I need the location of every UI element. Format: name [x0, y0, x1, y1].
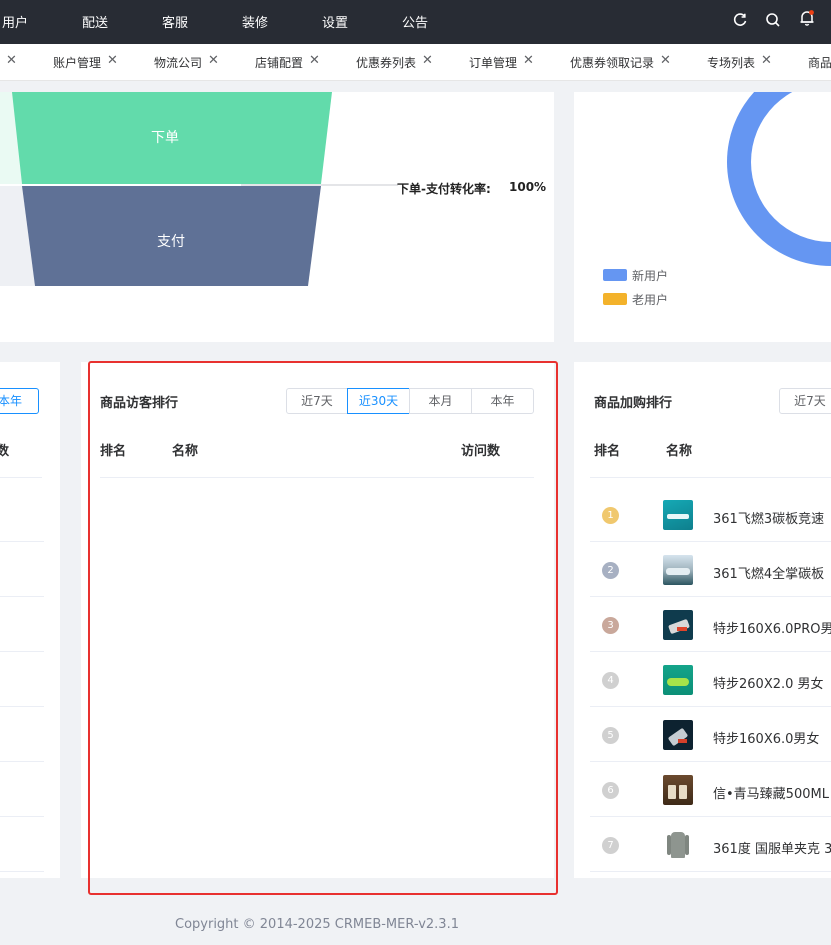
- visits-column-header: 数: [0, 444, 10, 459]
- row-divider: [590, 651, 831, 652]
- tab-close-icon[interactable]: ✕: [208, 53, 219, 68]
- product-visitor-ranking-card: 商品访客排行 近7天 近30天 本月 本年 排名 名称 访问数: [81, 362, 554, 878]
- period-7-days-button[interactable]: 近7天: [779, 388, 831, 414]
- legend-label-new-users: 新用户: [632, 269, 669, 283]
- visitor-ranking-title: 商品访客排行: [100, 396, 179, 411]
- top-navigation-bar: 用户 配送 客服 装修 设置 公告: [0, 0, 831, 44]
- tab-store-config[interactable]: 店铺配置: [255, 54, 303, 71]
- funnel-pay-label: 支付: [157, 234, 185, 250]
- notification-bell-icon[interactable]: [798, 9, 816, 27]
- product-thumbnail: [663, 665, 693, 695]
- name-column-header: 名称: [666, 444, 693, 459]
- row-divider: [0, 761, 44, 762]
- user-distribution-card: 新用户 老用户: [574, 92, 831, 342]
- tab-logistics-companies[interactable]: 物流公司: [154, 54, 202, 71]
- row-divider: [0, 596, 44, 597]
- row-divider: [590, 596, 831, 597]
- period-30-days-button[interactable]: 近30天: [347, 388, 410, 414]
- tab-close-icon[interactable]: ✕: [309, 53, 320, 68]
- rank-badge: 7: [602, 837, 619, 854]
- nav-item-decoration[interactable]: 装修: [242, 12, 268, 31]
- nav-item-announcements[interactable]: 公告: [402, 12, 428, 31]
- product-name: 特步260X2.0 男女: [713, 677, 824, 692]
- tab-coupon-claim-records[interactable]: 优惠券领取记录: [570, 54, 654, 71]
- copyright-footer: Copyright © 2014-2025 CRMEB-MER-v2.3.1: [175, 917, 459, 932]
- nav-item-delivery[interactable]: 配送: [82, 12, 108, 31]
- refresh-icon[interactable]: [731, 11, 749, 29]
- tab-account-management[interactable]: 账户管理: [53, 54, 101, 71]
- product-name: 信•青马臻藏500ML: [713, 787, 829, 802]
- period-7-days-button[interactable]: 近7天: [286, 388, 348, 414]
- product-name: 特步160X6.0PRO男: [713, 622, 831, 637]
- rank-badge: 1: [602, 507, 619, 524]
- legend-label-old-users: 老用户: [632, 293, 669, 307]
- funnel-order-label: 下单: [151, 130, 179, 146]
- conversion-rate-label: 下单-支付转化率:: [397, 182, 491, 196]
- conversion-rate-value: 100%: [509, 180, 547, 194]
- product-thumbnail: [663, 610, 693, 640]
- nav-item-users[interactable]: 用户: [2, 12, 28, 31]
- period-year-button[interactable]: 本年: [0, 388, 39, 414]
- search-icon[interactable]: [764, 11, 782, 29]
- visits-column-header: 访问数: [461, 444, 501, 459]
- product-thumbnail: [663, 720, 693, 750]
- conversion-funnel-chart: [0, 92, 398, 286]
- row-divider: [0, 651, 44, 652]
- row-divider: [590, 541, 831, 542]
- row-divider: [590, 706, 831, 707]
- row-divider: [590, 761, 831, 762]
- row-divider: [0, 541, 44, 542]
- header-divider: [590, 477, 831, 478]
- tab-close-icon[interactable]: ✕: [523, 53, 534, 68]
- header-divider: [100, 477, 534, 478]
- left-ranking-card: 本年 数: [0, 362, 60, 878]
- rank-column-header: 排名: [100, 444, 127, 459]
- rank-badge: 5: [602, 727, 619, 744]
- product-name: 361度 国服单夹克 3: [713, 842, 831, 857]
- nav-item-settings[interactable]: 设置: [322, 12, 348, 31]
- product-thumbnail: [663, 555, 693, 585]
- header-divider: [0, 477, 42, 478]
- tabs-bar: ✕ 账户管理 ✕ 物流公司 ✕ 店铺配置 ✕ 优惠券列表 ✕ 订单管理 ✕ 优惠…: [0, 44, 831, 81]
- product-name: 361飞燃3碳板竞速: [713, 512, 825, 527]
- tab-order-management[interactable]: 订单管理: [469, 54, 517, 71]
- rank-badge: 6: [602, 782, 619, 799]
- tab-special-list[interactable]: 专场列表: [707, 54, 755, 71]
- product-name: 361飞燃4全掌碳板: [713, 567, 825, 582]
- row-divider: [0, 816, 44, 817]
- tab-close-icon[interactable]: ✕: [761, 53, 772, 68]
- legend-swatch-new-users: [603, 269, 627, 281]
- tab-close-icon[interactable]: ✕: [6, 53, 17, 68]
- tab-close-icon[interactable]: ✕: [660, 53, 671, 68]
- tab-close-icon[interactable]: ✕: [422, 53, 433, 68]
- product-thumbnail: [663, 830, 693, 860]
- tab-coupon-list[interactable]: 优惠券列表: [356, 54, 416, 71]
- cart-ranking-title: 商品加购排行: [594, 396, 673, 411]
- nav-item-customer-service[interactable]: 客服: [162, 12, 188, 31]
- rank-badge: 2: [602, 562, 619, 579]
- rank-column-header: 排名: [594, 444, 621, 459]
- tab-products[interactable]: 商品: [808, 54, 831, 71]
- rank-badge: 4: [602, 672, 619, 689]
- conversion-funnel-card: 下单 支付 下单-支付转化率: 100%: [0, 92, 554, 342]
- product-cart-ranking-card: 商品加购排行 近7天 排名 名称 1 361飞燃3碳板竞速 2 361飞燃4全掌…: [574, 362, 831, 878]
- name-column-header: 名称: [172, 444, 199, 459]
- row-divider: [0, 871, 44, 872]
- tab-close-icon[interactable]: ✕: [107, 53, 118, 68]
- rank-badge: 3: [602, 617, 619, 634]
- product-thumbnail: [663, 500, 693, 530]
- legend-swatch-old-users: [603, 293, 627, 305]
- row-divider: [590, 816, 831, 817]
- period-this-month-button[interactable]: 本月: [409, 388, 472, 414]
- row-divider: [0, 706, 44, 707]
- product-thumbnail: [663, 775, 693, 805]
- product-name: 特步160X6.0男女: [713, 732, 820, 747]
- period-this-year-button[interactable]: 本年: [471, 388, 534, 414]
- row-divider: [590, 871, 831, 872]
